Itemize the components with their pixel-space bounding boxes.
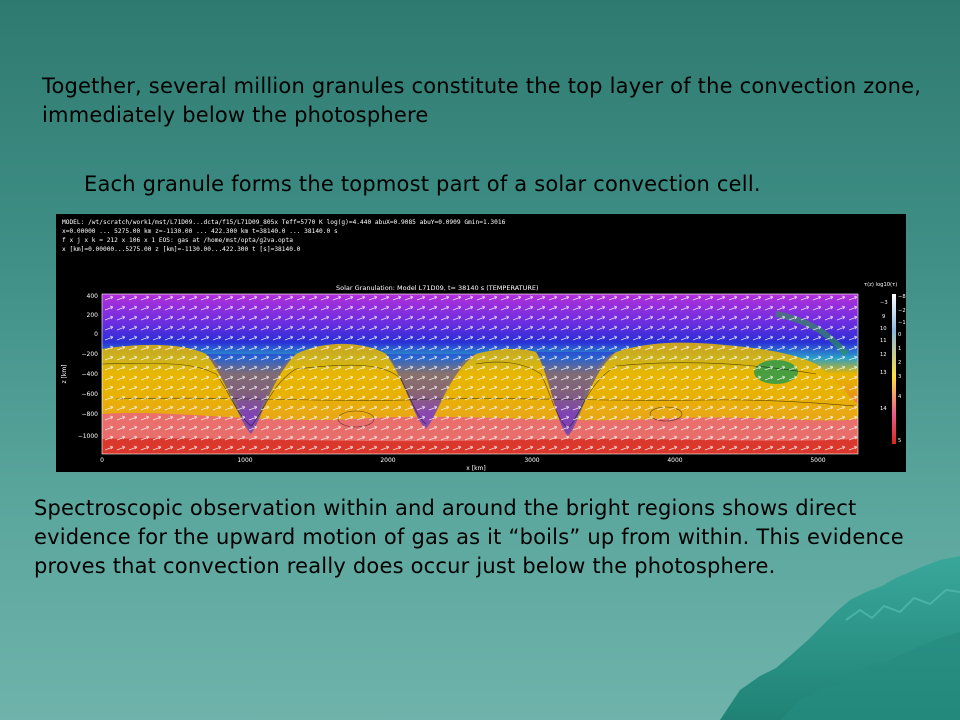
- plot-title: Solar Granulation: Model L71D09, t= 3814…: [336, 284, 539, 292]
- colorbar-label: 1: [898, 346, 901, 352]
- x-axis-label: x [km]: [466, 465, 485, 472]
- y-tick-label: −400: [82, 371, 99, 378]
- paragraph-top: Together, several million granules const…: [42, 74, 922, 127]
- header-line: f x j x k = 212 x 106 x 1 EOS: gas at /h…: [62, 237, 293, 244]
- x-tick-label: 2000: [380, 457, 395, 464]
- slide: Together, several million granules const…: [0, 0, 960, 720]
- y-tick-label: 400: [87, 293, 99, 300]
- y-axis: 400 200 0 −200 −400 −600 −800 −1000 z [k…: [61, 293, 98, 440]
- colorbar-label: −3: [880, 300, 888, 306]
- granulation-figure: MODEL: /wt/scratch/work1/mst/L71D09...dc…: [56, 214, 906, 472]
- colorbar-label: 0: [898, 332, 901, 338]
- colorbar-label: 10: [880, 326, 887, 332]
- x-tick-label: 3000: [524, 457, 539, 464]
- colorbar-label: 14: [880, 406, 887, 412]
- y-tick-label: −200: [82, 351, 99, 358]
- header-line: x [km]=0.00000...5275.00 z [km]=-1130.00…: [62, 246, 301, 253]
- colorbar-label: −2: [898, 308, 906, 314]
- colorbar-label: 4: [898, 394, 902, 400]
- y-tick-label: −800: [82, 411, 99, 418]
- header-line: MODEL: /wt/scratch/work1/mst/L71D09...dc…: [62, 219, 506, 226]
- figure-header: MODEL: /wt/scratch/work1/mst/L71D09...dc…: [62, 219, 506, 253]
- temperature-map: [101, 293, 859, 455]
- colorbar-label: −8: [898, 294, 906, 300]
- colorbar-label: 2: [898, 360, 901, 366]
- colorbar-label: 9: [882, 314, 885, 320]
- x-axis: 0 1000 2000 3000 4000 5000 x [km]: [100, 457, 826, 472]
- paragraph-middle: Each granule forms the topmost part of a…: [84, 172, 761, 196]
- colorbar-label: 5: [898, 438, 901, 444]
- x-tick-label: 1000: [237, 457, 252, 464]
- y-tick-label: 200: [87, 312, 99, 319]
- y-tick-label: −1000: [78, 433, 98, 440]
- header-line: x=0.00000 ... 5275.00 km z=-1130.00 ... …: [62, 228, 338, 235]
- x-tick-label: 4000: [667, 457, 682, 464]
- x-tick-label: 5000: [810, 457, 825, 464]
- y-axis-label: z [km]: [61, 364, 68, 383]
- colorbar-label: 12: [880, 352, 887, 358]
- colorbar-label: −1: [898, 320, 906, 326]
- colorbar-header: τ(z) log10(τ): [864, 282, 897, 288]
- colorbar-label: 3: [898, 374, 901, 380]
- x-tick-label: 0: [100, 457, 104, 464]
- colorbar-label: 11: [880, 338, 887, 344]
- colorbar-label: 13: [880, 370, 887, 376]
- paragraph-bottom: Spectroscopic observation within and aro…: [34, 496, 904, 578]
- colorbar: τ(z) log10(τ) −8 −3 −2 9 −1 10 0 11 1 12…: [864, 282, 906, 444]
- y-tick-label: −600: [82, 391, 99, 398]
- y-tick-label: 0: [94, 331, 98, 338]
